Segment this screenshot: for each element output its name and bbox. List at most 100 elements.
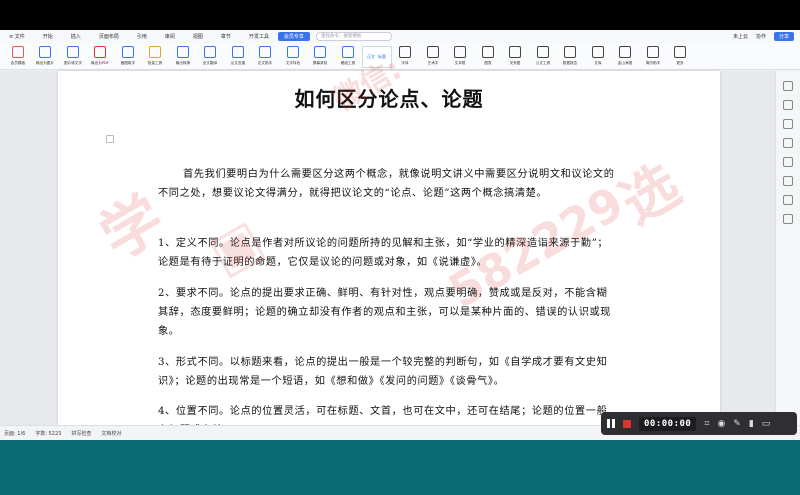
ribbon-tool-label: 图表	[483, 60, 492, 65]
chat-icon[interactable]: ▭	[762, 419, 771, 429]
ribbon-tool-label: 输出为PDF	[91, 60, 109, 65]
ribbon-tool-paper[interactable]: 论文助手	[252, 43, 279, 66]
edit-icon[interactable]	[783, 138, 793, 148]
ribbon-tool-official-doc[interactable]: 公文工具	[529, 43, 556, 66]
pdf-icon	[94, 46, 106, 58]
intro-paragraph: 首先我们要明白为什么需要区分这两个概念，就像说明文讲义中需要区分说明文和议论文的…	[158, 169, 615, 199]
ribbon-tool-poster[interactable]: 金山海报	[612, 43, 639, 66]
menu-reference[interactable]: 引用	[128, 33, 156, 40]
textbox-icon	[454, 46, 466, 58]
chart-icon	[481, 46, 494, 58]
page-count[interactable]: 页面: 1/6	[4, 430, 25, 437]
ribbon-tool-draft[interactable]: 稿纸工具	[334, 43, 361, 66]
official-doc-icon	[536, 46, 549, 58]
ribbon-tool-label: 文库	[593, 60, 602, 65]
ribbon-tool-text-effect[interactable]: 文字特色	[279, 43, 306, 66]
pause-icon[interactable]	[607, 419, 615, 428]
resume-icon	[646, 46, 659, 58]
settings-icon[interactable]	[783, 195, 793, 205]
ribbon-tool-image-export[interactable]: 输出为图片	[32, 43, 59, 66]
document-page[interactable]: 如何区分论点、论题 首先我们要明白为什么需要区分这两个概念，就像说明文讲义中需要…	[58, 71, 720, 436]
ribbon-tool-pdf[interactable]: 输出为PDF	[87, 43, 114, 66]
relation-icon	[509, 46, 521, 58]
ribbon-tool-label: 论文查重	[230, 60, 245, 65]
menu-member[interactable]: 会员专享	[277, 32, 310, 41]
pen-icon[interactable]: ✎	[733, 419, 741, 429]
menu-view[interactable]: 视图	[184, 33, 212, 40]
command-search-input[interactable]: 查找命令、搜索模板	[315, 32, 392, 41]
stop-icon[interactable]	[623, 419, 631, 428]
ribbon-tool-label: 艺术字	[427, 60, 438, 65]
ribbon-tool-label: 金山海报	[617, 60, 633, 65]
font-icon	[399, 46, 411, 58]
menu-review[interactable]: 审阅	[156, 33, 184, 40]
ribbon-tool-data-report[interactable]: 数据报告	[557, 43, 584, 66]
ribbon-tool-label: 更多	[676, 60, 684, 65]
ribbon-tool-translate[interactable]: 全文翻译	[197, 43, 224, 66]
top-black-bar	[0, 0, 800, 30]
ribbon-tool-wordart[interactable]: 艺术字	[419, 43, 446, 66]
ribbon-tool-library[interactable]: 文库	[584, 43, 611, 66]
menu-bar: ≡ 文件 开始 插入 页面布局 引用 审阅 视图 章节 开发工具 会员专享 查找…	[0, 30, 800, 43]
ribbon-tool-label: 全文翻译	[202, 60, 218, 65]
ribbon-tool-label: 会员模板	[10, 60, 25, 65]
bookmark-icon[interactable]	[783, 100, 793, 110]
screenshot-icon[interactable]: ⌗	[704, 419, 709, 429]
ribbon-tool-label: 字体	[401, 60, 409, 65]
right-side-panel	[775, 71, 800, 425]
paragraph-handle-icon[interactable]	[106, 135, 114, 143]
ribbon-tool-resume[interactable]: 简历助手	[639, 43, 666, 66]
spell-check-toggle[interactable]: 拼写检查	[71, 430, 91, 437]
style-option[interactable]: 标题	[378, 54, 386, 60]
ribbon-tool-convert[interactable]: 输出转换	[169, 43, 196, 66]
screenshot-icon	[121, 46, 134, 58]
ribbon-tool-record[interactable]: 屏幕录制	[307, 43, 334, 66]
ribbon-tool-batch[interactable]: 批量工具	[142, 43, 169, 66]
batch-icon	[149, 46, 161, 58]
trash-icon[interactable]: ▮	[749, 419, 754, 429]
ribbon-tool-plagiarism[interactable]: 论文查重	[224, 43, 251, 66]
ribbon-tool-screenshot[interactable]: 截图取字	[114, 43, 141, 66]
ribbon-tool-label: 稿纸工具	[340, 60, 355, 65]
ribbon-tool-ocr[interactable]: 图片转文字	[59, 43, 86, 66]
menu-developer[interactable]: 开发工具	[240, 33, 278, 40]
ribbon-tool-label: 截图取字	[120, 60, 135, 65]
more-icon[interactable]	[783, 214, 793, 224]
menu-insert[interactable]: 插入	[62, 33, 90, 40]
draft-icon	[341, 46, 354, 58]
ribbon-tool-font[interactable]: 字体	[392, 43, 419, 66]
proofread-button[interactable]: 文档校对	[101, 430, 121, 437]
select-icon[interactable]	[783, 81, 793, 91]
ribbon-tool-template[interactable]: 会员模板	[4, 43, 31, 66]
ribbon-tool-label: 批量工具	[147, 60, 163, 65]
style-gallery[interactable]: 正文 标题	[361, 46, 392, 68]
ribbon-tool-label: 关系图	[509, 60, 521, 65]
record-icon	[314, 46, 326, 58]
point-3-paragraph: 3、形式不同。以标题来看，论点的提出一般是一个较完整的判断句，如《自学成才要有文…	[158, 357, 608, 387]
ribbon-tool-relation[interactable]: 关系图	[502, 43, 529, 66]
ribbon-tool-textbox[interactable]: 文本框	[447, 43, 474, 66]
style-icon[interactable]	[783, 119, 793, 129]
point-1-paragraph: 1、定义不同。论点是作者对所议论的问题所持的见解和主张，如“学业的精深造诣来源于…	[158, 238, 609, 268]
share-icon[interactable]	[783, 157, 793, 167]
ribbon-tool-more[interactable]: 更多	[667, 43, 694, 66]
translate-icon	[204, 46, 216, 58]
menu-file[interactable]: ≡ 文件	[0, 33, 34, 40]
camera-icon[interactable]: ◉	[717, 419, 725, 429]
share-button[interactable]: 分享	[773, 32, 794, 41]
collab-button[interactable]: 协作	[756, 33, 766, 40]
ribbon-tool-chart[interactable]: 图表	[474, 43, 501, 66]
ribbon-tool-label: 公文工具	[535, 60, 550, 65]
location-icon[interactable]	[783, 176, 793, 186]
library-icon	[591, 46, 604, 58]
style-option[interactable]: 正文	[367, 54, 375, 60]
word-count[interactable]: 字数: 5223	[35, 430, 61, 437]
ribbon-tool-label: 文本框	[454, 60, 466, 65]
cloud-status[interactable]: 未上云	[733, 33, 748, 40]
menu-section[interactable]: 章节	[212, 33, 240, 40]
bottom-teal-bar	[0, 440, 800, 495]
ribbon-tool-label: 图片转文字	[63, 60, 82, 65]
menu-home[interactable]: 开始	[34, 33, 62, 40]
ribbon-tool-label: 论文助手	[257, 60, 273, 65]
menu-layout[interactable]: 页面布局	[90, 33, 128, 40]
